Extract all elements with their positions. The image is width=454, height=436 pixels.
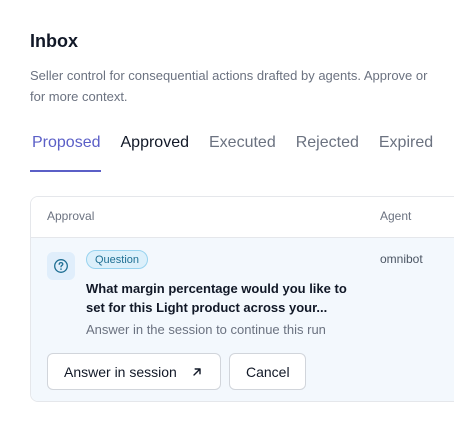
question-line-1: What margin percentage would you like to (86, 281, 347, 296)
cancel-button-label: Cancel (246, 363, 290, 380)
question-text: What margin percentage would you like to… (86, 279, 376, 317)
tab-rejected[interactable]: Rejected (294, 126, 359, 170)
tab-approved[interactable]: Approved (119, 126, 190, 170)
table-row[interactable]: Question What margin percentage would yo… (31, 238, 454, 401)
answer-button-label: Answer in session (64, 363, 177, 380)
question-badge: Question (86, 250, 149, 269)
page-title: Inbox (30, 31, 78, 51)
inbox-page: Inbox Seller control for consequential a… (30, 0, 454, 436)
agent-name: omnibot (380, 252, 423, 266)
question-line-2: set for this Light product across your..… (86, 300, 328, 315)
approvals-table: Approval Agent Question What margin perc… (30, 196, 454, 402)
tab-executed[interactable]: Executed (207, 126, 276, 170)
arrow-up-right-icon (191, 366, 203, 378)
answer-in-session-button[interactable]: Answer in session (47, 353, 221, 390)
cancel-button[interactable]: Cancel (229, 353, 306, 390)
tab-expired[interactable]: Expired (377, 126, 433, 170)
status-tabs: Proposed Approved Executed Rejected Expi… (30, 126, 454, 172)
table-header: Approval Agent (31, 197, 454, 238)
subtitle-line-1: Seller control for consequential actions… (30, 68, 428, 83)
column-header-approval: Approval (47, 209, 95, 223)
page-subtitle: Seller control for consequential actions… (30, 65, 454, 107)
question-hint: Answer in the session to continue this r… (86, 322, 326, 337)
tab-proposed[interactable]: Proposed (30, 126, 101, 172)
question-circle-icon (47, 252, 75, 280)
subtitle-line-2: for more context. (30, 89, 128, 104)
column-header-agent: Agent (380, 209, 412, 223)
